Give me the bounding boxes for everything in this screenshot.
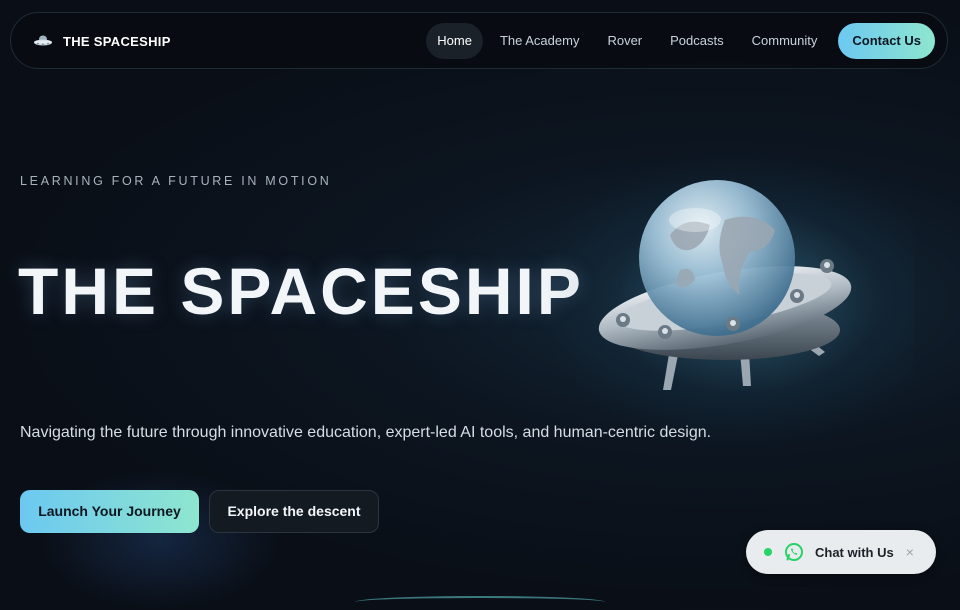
explore-descent-button[interactable]: Explore the descent bbox=[209, 490, 379, 533]
online-status-dot bbox=[764, 548, 772, 556]
ufo-globe-icon bbox=[598, 180, 852, 390]
chat-with-us-widget[interactable]: Chat with Us × bbox=[746, 530, 936, 574]
hero-tagline: LEARNING FOR A FUTURE IN MOTION bbox=[20, 174, 332, 188]
hero-title: THE SPACESHIP bbox=[18, 254, 584, 328]
chat-label: Chat with Us bbox=[815, 544, 894, 560]
whatsapp-icon bbox=[785, 543, 803, 561]
nav-link-academy[interactable]: The Academy bbox=[489, 23, 591, 59]
bottom-decorative-arc bbox=[355, 596, 605, 608]
ufo-illustration bbox=[535, 150, 915, 450]
nav-links: Home The Academy Rover Podcasts Communit… bbox=[420, 23, 935, 59]
brand-name: THE SPACESHIP bbox=[63, 33, 171, 49]
close-icon[interactable]: × bbox=[906, 544, 914, 560]
ufo-icon bbox=[34, 35, 52, 46]
contact-us-button[interactable]: Contact Us bbox=[838, 23, 935, 59]
nav-link-community[interactable]: Community bbox=[741, 23, 829, 59]
launch-journey-button[interactable]: Launch Your Journey bbox=[20, 490, 199, 533]
nav-link-podcasts[interactable]: Podcasts bbox=[659, 23, 734, 59]
nav-link-home[interactable]: Home bbox=[426, 23, 483, 59]
brand[interactable]: THE SPACESHIP bbox=[33, 31, 171, 51]
nav-link-rover[interactable]: Rover bbox=[596, 23, 653, 59]
top-navbar: THE SPACESHIP Home The Academy Rover Pod… bbox=[10, 12, 948, 69]
